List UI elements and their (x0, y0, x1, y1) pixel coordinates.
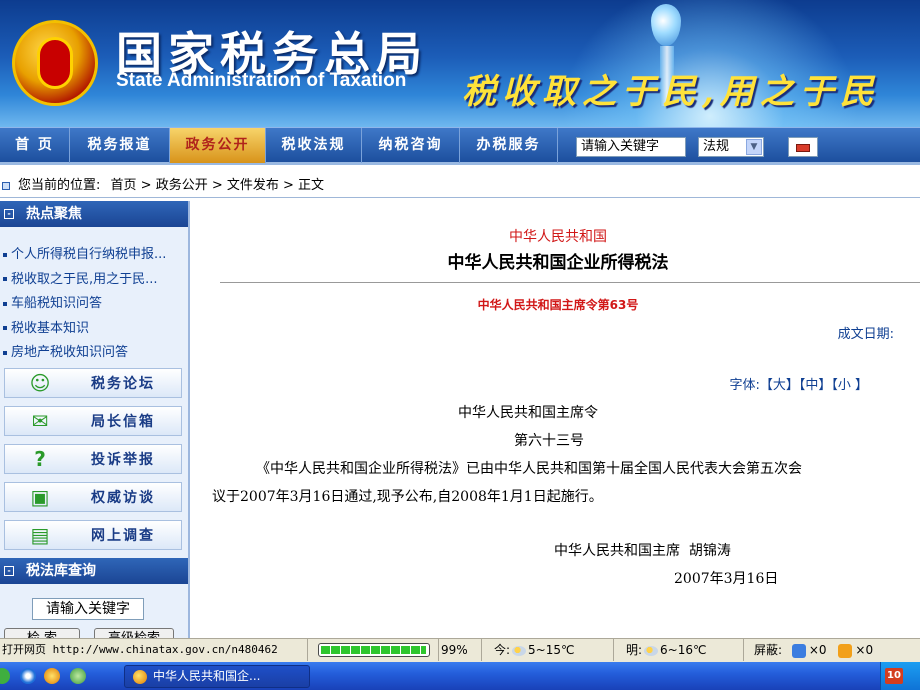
system-tray: 10 (880, 662, 920, 690)
law-query-header: - 税法库查询 (0, 558, 188, 584)
doc-title: 中华人民共和国企业所得税法 (447, 253, 669, 273)
font-label: 字体: (729, 378, 760, 393)
complaint-report-button[interactable]: ? 投诉举报 (4, 444, 182, 474)
nav-tax-regulations[interactable]: 税收法规 (266, 128, 362, 163)
weather-today[interactable]: 今: 5~15℃ (492, 639, 614, 661)
status-bar: 打开网页 http://www.chinatax.gov.cn/n480462 … (0, 638, 920, 662)
browser-icon (133, 670, 147, 684)
breadcrumb-label: 您当前的位置: (18, 178, 101, 193)
nav-category-select[interactable]: 法规 ▼ (698, 137, 764, 157)
director-mailbox-button[interactable]: ✉ 局长信箱 (4, 406, 182, 436)
collapse-icon[interactable]: - (4, 209, 14, 219)
nav-government-affairs[interactable]: 政务公开 (170, 128, 266, 163)
body-paragraph-line2: 议于2007年3月16日通过,现予公布,自2008年1月1日起施行。 (212, 489, 603, 505)
body-line-number: 第六十三号 (514, 433, 584, 449)
go-icon (796, 144, 810, 152)
nav-home[interactable]: 首 页 (0, 128, 70, 163)
hot-item[interactable]: 个人所得税自行纳税申报... (3, 243, 187, 268)
law-search-input[interactable]: 请输入关键字 (32, 598, 144, 620)
tray-badge-icon[interactable]: 10 (885, 668, 903, 684)
font-large-link[interactable]: 【大】 (760, 378, 799, 393)
tax-emblem-icon (12, 20, 98, 106)
hot-item[interactable]: 税收取之于民,用之于民... (3, 268, 187, 293)
popup-block-icon[interactable] (791, 643, 806, 658)
screen-icon: ▣ (30, 485, 50, 509)
interview-button[interactable]: ▣ 权威访谈 (4, 482, 182, 512)
person-question-icon: ? (34, 447, 46, 471)
body-sign-date: 2007年3月16日 (674, 571, 779, 587)
cloud-sun-icon (644, 645, 659, 656)
nav-tax-news[interactable]: 税务报道 (70, 128, 170, 163)
online-survey-button[interactable]: ▤ 网上调查 (4, 520, 182, 550)
person-icon: ☺ (29, 371, 51, 395)
doc-country: 中华人民共和国 (509, 229, 607, 245)
law-search-button[interactable]: 检 索 (4, 628, 80, 638)
font-small-link[interactable]: 【小 】 (831, 378, 868, 393)
hot-item[interactable]: 车船税知识问答 (3, 292, 187, 317)
ad-block-icon[interactable] (838, 643, 853, 658)
sidebar: - 热点聚焦 个人所得税自行纳税申报... 税收取之于民,用之于民... 车船税… (0, 201, 190, 638)
mail-icon: ✉ (31, 409, 49, 433)
body-paragraph-line1: 《中华人民共和国企业所得税法》已由中华人民共和国第十届全国人民代表大会第五次会 (256, 461, 802, 477)
messenger-icon[interactable] (70, 668, 86, 684)
status-url: 打开网页 http://www.chinatax.gov.cn/n480462 (0, 639, 308, 661)
body-line-title: 中华人民共和国主席令 (458, 405, 598, 421)
hot-focus-title: 热点聚焦 (26, 206, 82, 222)
taskbar-window-button[interactable]: 中华人民共和国企... (124, 665, 310, 688)
block-counters: 屏蔽: ×0 ×0 (754, 643, 874, 658)
breadcrumb: 您当前的位置: 首页 > 政务公开 > 文件发布 > 正文 (0, 175, 920, 197)
bullet-icon (2, 182, 10, 190)
hot-item[interactable]: 税收基本知识 (3, 317, 187, 342)
start-button[interactable] (0, 668, 10, 684)
chevron-down-icon[interactable]: ▼ (746, 139, 762, 155)
breadcrumb-path[interactable]: 首页 > 政务公开 > 文件发布 > 正文 (111, 178, 324, 193)
nav-search-button[interactable] (788, 137, 818, 157)
law-query-title: 税法库查询 (26, 563, 96, 579)
site-subtitle: State Administration of Taxation (116, 70, 407, 91)
progress-percent: 99% (438, 639, 482, 661)
hot-focus-header: - 热点聚焦 (0, 201, 188, 227)
font-medium-link[interactable]: 【中】 (799, 378, 832, 393)
hot-list: 个人所得税自行纳税申报... 税收取之于民,用之于民... 车船税知识问答 税收… (0, 227, 188, 366)
body-signature: 中华人民共和国主席 胡锦涛 (554, 543, 731, 559)
doc-date-label: 成文日期: (837, 327, 894, 342)
banner-slogan: 税收取之于民,用之于民 (462, 72, 880, 112)
taskbar: 中华人民共和国企... 10 (0, 662, 920, 690)
collapse-icon[interactable]: - (4, 566, 14, 576)
breadcrumb-divider (0, 197, 920, 198)
hot-item[interactable]: 房地产税收知识问答 (3, 341, 187, 366)
advanced-search-button[interactable]: 高级检索 (94, 628, 174, 638)
cloud-sun-icon (512, 645, 527, 656)
nav-search-input[interactable]: 请输入关键字 (576, 137, 686, 157)
document-content: 中华人民共和国 中华人民共和国企业所得税法 中华人民共和国主席令第63号 成文日… (196, 201, 920, 638)
nav-select-value: 法规 (703, 139, 730, 154)
tax-forum-button[interactable]: ☺ 税务论坛 (4, 368, 182, 398)
doc-divider (220, 282, 920, 283)
nav-tax-consulting[interactable]: 纳税咨询 (362, 128, 460, 163)
weather-tomorrow[interactable]: 明: 6~16℃ (624, 639, 744, 661)
ie-icon[interactable] (20, 668, 36, 684)
site-banner: 国家税务总局 State Administration of Taxation … (0, 0, 920, 127)
main-nav: 首 页 税务报道 政务公开 税收法规 纳税咨询 办税服务 请输入关键字 法规 ▼ (0, 127, 920, 165)
doc-order-number: 中华人民共和国主席令第63号 (477, 298, 639, 312)
load-progress-bar (318, 643, 430, 657)
browser-icon[interactable] (44, 668, 60, 684)
font-size-controls: 字体:【大】【中】【小 】 (729, 374, 868, 393)
survey-icon: ▤ (30, 523, 50, 547)
nav-tax-services[interactable]: 办税服务 (460, 128, 558, 163)
